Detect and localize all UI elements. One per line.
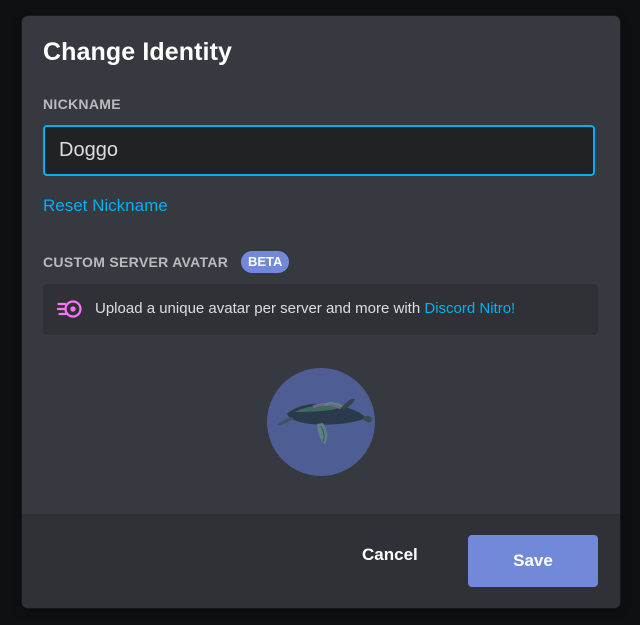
modal-footer: Cancel Save — [22, 514, 620, 608]
nitro-upsell-banner: Upload a unique avatar per server and mo… — [43, 284, 598, 335]
discord-nitro-link[interactable]: Discord Nitro! — [424, 300, 515, 317]
custom-server-avatar-label: Custom Server Avatar — [43, 254, 229, 270]
nitro-upsell-text: Upload a unique avatar per server and mo… — [95, 300, 515, 317]
nitro-upsell-message: Upload a unique avatar per server and mo… — [95, 300, 425, 317]
change-identity-modal: Change Identity Nickname Reset Nickname … — [22, 16, 620, 608]
cancel-button[interactable]: Cancel — [362, 545, 418, 565]
beta-badge: BETA — [241, 251, 290, 273]
nitro-icon — [57, 300, 82, 318]
reset-nickname-link[interactable]: Reset Nickname — [43, 196, 168, 216]
modal-title: Change Identity — [43, 38, 233, 66]
nickname-input[interactable] — [43, 125, 595, 176]
nickname-label: Nickname — [43, 96, 121, 112]
save-button[interactable]: Save — [468, 535, 598, 587]
server-avatar[interactable] — [267, 368, 375, 476]
turtle-avatar-image — [277, 398, 372, 444]
